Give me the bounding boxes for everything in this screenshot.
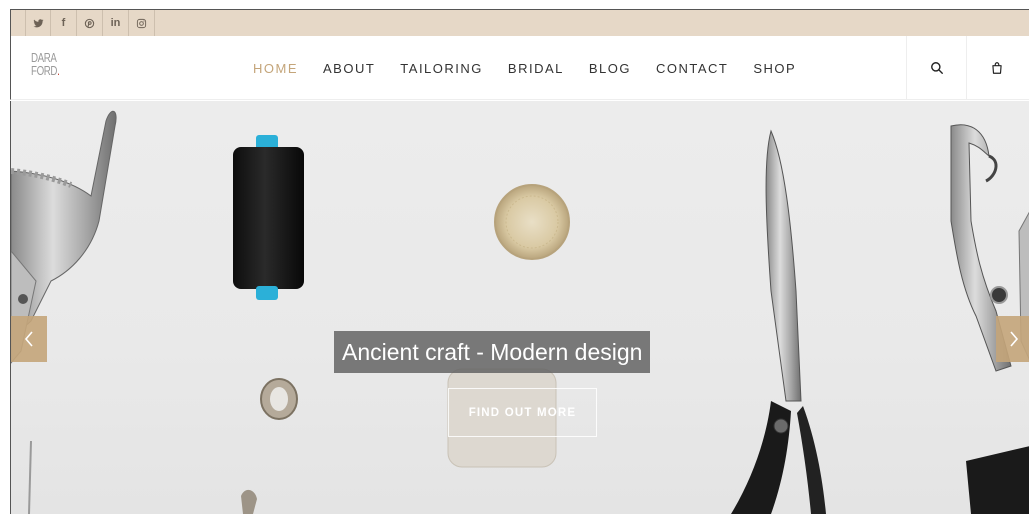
site-header: DARA FORD. HOME ABOUT TAILORING BRIDAL B… [10,36,1029,100]
facebook-glyph: f [61,17,66,29]
cart-button[interactable] [966,36,1026,100]
social-links: f in [25,10,155,37]
instagram-icon[interactable] [129,10,155,36]
hero-image [11,111,1029,514]
twitter-icon[interactable] [25,10,51,36]
scissors-image [731,129,826,514]
nav-contact[interactable]: CONTACT [656,61,728,76]
slider-next-button[interactable] [996,316,1029,362]
logo-line-2: FORD. [31,65,62,78]
main-nav: HOME ABOUT TAILORING BRIDAL BLOG CONTACT… [253,36,821,100]
thimble-ring-image [260,378,298,420]
thread-spool-image [233,135,304,300]
shopping-bag-icon [991,62,1002,74]
chevron-right-icon [1010,331,1019,347]
pinterest-icon[interactable] [77,10,103,36]
facebook-icon[interactable]: f [51,10,77,36]
nav-about[interactable]: ABOUT [323,61,375,76]
nav-blog[interactable]: BLOG [589,61,631,76]
slider-prev-button[interactable] [11,316,47,362]
search-icon [930,62,943,74]
nav-bridal[interactable]: BRIDAL [508,61,564,76]
linkedin-icon[interactable]: in [103,10,129,36]
site-logo[interactable]: DARA FORD. [31,52,62,78]
hero-title: Ancient craft - Modern design [334,331,651,373]
small-tool-image [241,489,257,514]
nav-tailoring[interactable]: TAILORING [400,61,483,76]
find-out-more-button[interactable]: FIND OUT MORE [448,388,597,437]
linkedin-glyph: in [110,17,121,29]
logo-dot: . [57,64,60,78]
beeswax-disc-image [494,184,570,260]
social-bar: f in [10,9,1029,36]
nav-home[interactable]: HOME [253,61,298,76]
chevron-left-icon [24,331,33,347]
needle-image [28,440,32,514]
logo-line-2-text: FORD [31,64,58,78]
search-button[interactable] [906,36,966,100]
hero-slider: Ancient craft - Modern design FIND OUT M… [10,101,1029,514]
nav-shop[interactable]: SHOP [753,61,796,76]
